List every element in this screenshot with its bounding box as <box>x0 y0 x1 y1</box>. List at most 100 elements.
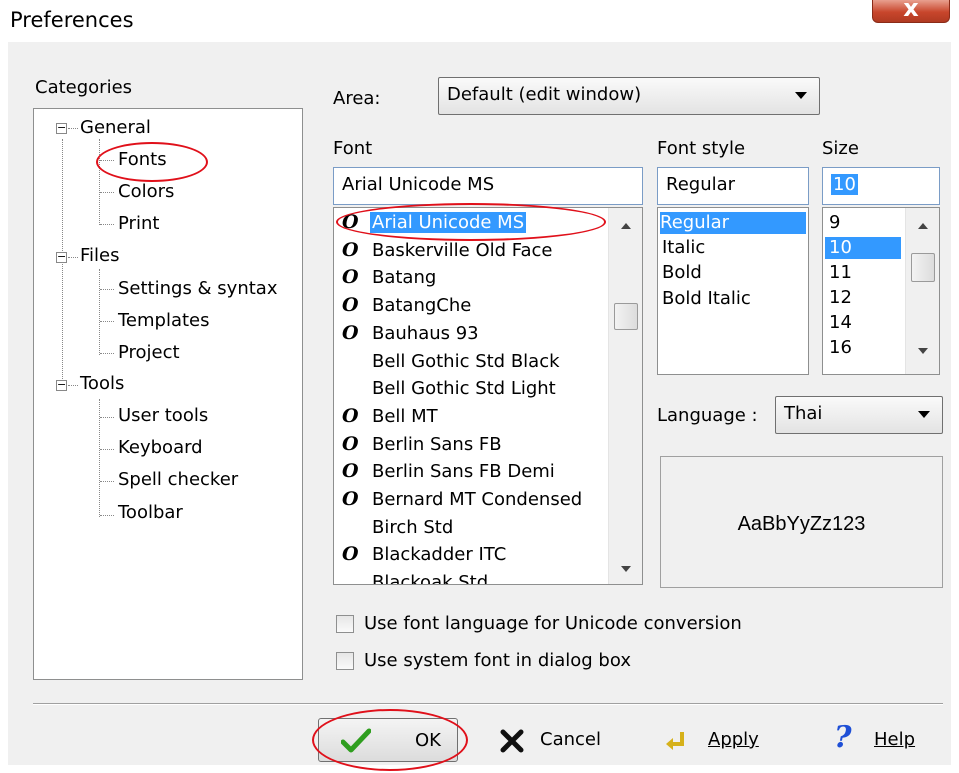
apply-button[interactable]: Apply <box>652 718 772 762</box>
unicode-conversion-label[interactable]: Use font language for Unicode conversion <box>364 613 742 634</box>
size-list[interactable]: 9 10 11 12 14 16 <box>822 207 940 375</box>
tree-line <box>68 257 78 258</box>
tree-line <box>100 289 114 290</box>
font-list-item-label: Batang <box>372 267 437 289</box>
font-style-item-bold[interactable]: Bold <box>662 262 702 283</box>
font-list-item-label: BatangChe <box>372 295 472 317</box>
scroll-thumb[interactable] <box>911 253 935 282</box>
font-style-item-bold-italic[interactable]: Bold Italic <box>662 288 751 309</box>
ok-label: OK <box>415 730 441 751</box>
cancel-x-icon <box>500 729 524 753</box>
tree-line <box>68 128 78 129</box>
font-list-item-label: Blackoak Std <box>372 572 489 585</box>
close-icon: x <box>903 0 919 22</box>
tree-item-user-tools[interactable]: User tools <box>118 405 208 426</box>
expander-tools[interactable]: − <box>56 379 67 391</box>
font-style-item-regular[interactable]: Regular <box>660 212 806 234</box>
check-icon <box>341 728 371 753</box>
scroll-up-icon[interactable] <box>918 223 928 229</box>
cancel-button[interactable]: Cancel <box>488 718 618 762</box>
tree-line <box>100 417 114 418</box>
tree-line <box>100 353 114 354</box>
cancel-label: Cancel <box>540 729 601 750</box>
preferences-dialog: Preferences x Categories − General Fonts… <box>0 0 959 773</box>
size-list-scrollbar[interactable] <box>905 208 939 374</box>
categories-tree[interactable]: − General Fonts Colors Print − Files Set… <box>33 108 303 680</box>
size-item[interactable]: 12 <box>829 287 852 308</box>
area-label: Area: <box>333 88 381 109</box>
size-item[interactable]: 16 <box>829 337 852 358</box>
tree-item-templates[interactable]: Templates <box>118 310 210 331</box>
size-item[interactable]: 11 <box>829 262 852 283</box>
chevron-down-icon <box>795 92 807 99</box>
scroll-up-icon[interactable] <box>621 223 631 229</box>
language-value: Thai <box>784 403 823 424</box>
size-item-selected[interactable]: 10 <box>825 237 901 259</box>
font-style-input[interactable]: Regular <box>657 167 809 205</box>
font-list-item-label: Bell Gothic Std Black <box>372 350 560 372</box>
enter-arrow-icon <box>666 732 684 750</box>
scroll-down-icon[interactable] <box>621 566 631 572</box>
expander-general[interactable]: − <box>56 122 67 134</box>
tree-line <box>100 449 114 450</box>
help-question-icon: ? <box>834 720 852 755</box>
tree-item-toolbar[interactable]: Toolbar <box>118 502 183 523</box>
close-button[interactable]: x <box>872 0 950 23</box>
ok-button[interactable]: OK <box>318 718 458 762</box>
font-list-item-label: Bell MT <box>372 405 438 427</box>
tree-item-files[interactable]: Files <box>80 245 120 266</box>
font-style-list[interactable]: Regular Italic Bold Bold Italic <box>657 207 809 375</box>
tree-line <box>100 515 114 516</box>
area-dropdown[interactable]: Default (edit window) <box>438 77 820 115</box>
tree-item-project[interactable]: Project <box>118 342 180 363</box>
tree-item-general[interactable]: General <box>80 117 151 138</box>
system-font-label[interactable]: Use system font in dialog box <box>364 650 631 671</box>
opentype-font-icon: O <box>342 238 359 261</box>
footer-separator <box>33 703 943 705</box>
tree-line <box>99 139 100 225</box>
unicode-conversion-checkbox[interactable] <box>336 615 354 633</box>
window-title: Preferences <box>10 8 134 32</box>
font-list-item-label: Bauhaus 93 <box>372 322 479 344</box>
tree-item-colors[interactable]: Colors <box>118 181 174 202</box>
size-input[interactable]: 10 <box>822 167 940 205</box>
tree-item-spell-checker[interactable]: Spell checker <box>118 469 238 490</box>
font-list-scrollbar[interactable] <box>608 208 642 584</box>
font-list-item-label: Bell Gothic Std Light <box>372 378 556 400</box>
tree-line <box>100 321 114 322</box>
font-list-item-label: Blackadder ITC <box>372 544 507 566</box>
font-style-item-italic[interactable]: Italic <box>662 237 705 258</box>
tree-item-tools[interactable]: Tools <box>80 373 124 394</box>
preview-text: AaBbYyZz123 <box>737 513 866 535</box>
tree-item-settings-syntax[interactable]: Settings & syntax <box>118 278 278 299</box>
opentype-font-icon: O <box>342 294 359 317</box>
font-list-item-label: Bernard MT Condensed <box>372 489 583 510</box>
tree-item-keyboard[interactable]: Keyboard <box>118 437 203 458</box>
scroll-thumb[interactable] <box>614 303 638 330</box>
tree-line <box>68 385 78 386</box>
tree-line <box>100 481 114 482</box>
tree-item-print[interactable]: Print <box>118 213 159 234</box>
help-button[interactable]: ? Help <box>820 718 930 762</box>
expander-files[interactable]: − <box>56 251 67 263</box>
categories-label: Categories <box>35 77 133 98</box>
tree-item-fonts[interactable]: Fonts <box>118 149 167 170</box>
scroll-down-icon[interactable] <box>918 348 928 354</box>
language-label: Language : <box>657 405 758 426</box>
size-label: Size <box>822 138 859 159</box>
font-preview: AaBbYyZz123 <box>660 456 943 588</box>
size-item[interactable]: 14 <box>829 312 852 333</box>
system-font-checkbox[interactable] <box>336 652 354 670</box>
font-name-input[interactable]: Arial Unicode MS <box>333 167 643 205</box>
size-item[interactable]: 9 <box>829 212 840 233</box>
help-label: Help <box>874 729 916 750</box>
font-list[interactable]: O Arial Unicode MS O Baskerville Old Face O B… <box>333 207 643 585</box>
font-list-item-label: Berlin Sans FB <box>372 433 502 455</box>
window-frame-bottom <box>0 765 959 773</box>
opentype-font-icon: O <box>342 321 359 344</box>
window-frame-right <box>951 42 959 773</box>
language-dropdown[interactable]: Thai <box>775 396 943 434</box>
opentype-font-icon: O <box>342 266 359 289</box>
font-list-item-label: Arial Unicode MS <box>370 212 527 233</box>
apply-label: Apply <box>708 729 759 750</box>
